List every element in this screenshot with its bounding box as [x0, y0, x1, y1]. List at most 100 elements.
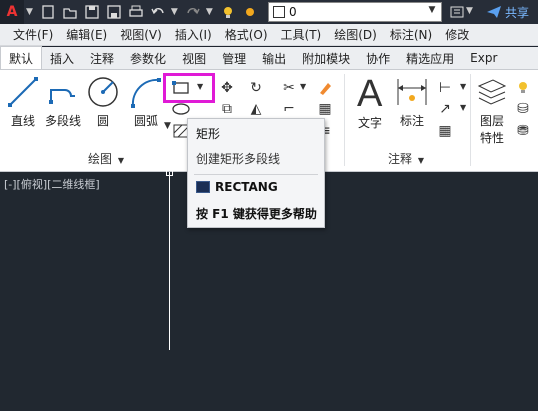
viewport-controls[interactable]: [-][俯视][二维线框] [4, 176, 100, 192]
tooltip-divider [194, 174, 318, 175]
tooltip-help: 按 F1 键获得更多帮助 [196, 207, 317, 221]
panel-divider [470, 74, 471, 166]
new-file-icon[interactable] [37, 2, 59, 22]
draw-panel-label[interactable]: 绘图 ▼ [88, 150, 124, 167]
panel-divider [344, 74, 345, 166]
menu-bar: 文件(F) 编辑(E) 视图(V) 插入(I) 格式(O) 工具(T) 绘图(D) 标注(N)… [0, 24, 538, 46]
rectangle-tooltip: 矩形 创建矩形多段线 RECTANG 按 F1 键获得更多帮助 [187, 118, 325, 228]
menu-item[interactable]: 格式(O) [212, 26, 268, 43]
move-icon[interactable]: ✥ [218, 79, 236, 97]
layer-properties-tool[interactable]: 图层 特性 [474, 76, 510, 146]
rectangle-tool-highlight [163, 73, 215, 103]
menu-item[interactable]: 文件(F) [0, 26, 53, 43]
ribbon-tab[interactable]: 精选应用 [398, 47, 462, 69]
fillet-icon[interactable]: ⌐ [280, 100, 298, 118]
crosshair-cursor [169, 172, 170, 350]
ribbon-tab[interactable]: 插入 [42, 47, 82, 69]
polyline-label: 多段线 [44, 114, 81, 128]
trim-icon[interactable]: ✂ [280, 79, 298, 97]
copy-icon[interactable]: ⧉ [218, 100, 236, 118]
tooltip-description: 创建矩形多段线 [196, 152, 281, 166]
leader-icon[interactable]: ↗ [436, 100, 454, 118]
table-icon[interactable]: ▦ [436, 122, 454, 140]
share-label: 共享 [505, 5, 530, 20]
draw-panel-label-text: 绘图 [88, 152, 113, 166]
chevron-down-icon[interactable]: ▼ [171, 7, 178, 17]
layer-dropdown[interactable]: 0 ▼ [268, 2, 442, 22]
polyline-tool[interactable]: 多段线 [42, 76, 84, 129]
layer-color-swatch [273, 6, 285, 18]
circle-icon [88, 77, 118, 107]
menu-item[interactable]: 修改 [432, 26, 469, 43]
line-label: 直线 [10, 114, 35, 128]
ribbon-tab[interactable]: 管理 [214, 47, 254, 69]
line-icon [8, 77, 38, 107]
open-file-icon[interactable] [59, 2, 81, 22]
ribbon-tabs: 默认 插入 注释 参数化 视图 管理 输出 附加模块 协作 精选应用 Expr [0, 46, 538, 69]
chevron-down-icon: ▼ [417, 156, 424, 165]
erase-icon[interactable] [316, 79, 334, 97]
paper-plane-icon [487, 6, 501, 18]
redo-icon[interactable] [182, 2, 204, 22]
dimension-tool[interactable]: 标注 [394, 76, 430, 129]
chevron-down-icon[interactable]: ▼ [300, 82, 306, 91]
chevron-down-icon[interactable]: ▼ [164, 121, 171, 131]
svg-text:A: A [357, 74, 383, 110]
tooltip-title: 矩形 [196, 127, 221, 141]
layer-match-icon[interactable]: ⛁ [514, 100, 532, 118]
menu-item[interactable]: 插入(I) [162, 26, 212, 43]
annotation-panel-label-text: 注释 [388, 152, 413, 166]
share-button[interactable]: 共享 [486, 2, 529, 22]
ribbon-tab[interactable]: 默认 [0, 46, 43, 69]
array-icon[interactable]: ▦ [316, 100, 334, 118]
chevron-down-icon[interactable]: ▼ [206, 7, 213, 17]
undo-icon[interactable] [147, 2, 169, 22]
ribbon-tab[interactable]: 视图 [174, 47, 214, 69]
menu-item[interactable]: 标注(N) [377, 26, 432, 43]
text-icon: A [357, 74, 383, 110]
lightbulb-icon[interactable] [217, 2, 239, 22]
pickbox [166, 169, 173, 176]
ribbon-tab[interactable]: 附加模块 [294, 47, 358, 69]
layer-properties-label-2: 特性 [479, 131, 504, 145]
chevron-down-icon[interactable]: ▼ [460, 82, 466, 91]
save-as-icon[interactable] [103, 2, 125, 22]
lightbulb-icon[interactable] [514, 79, 532, 97]
ribbon-tab[interactable]: 输出 [254, 47, 294, 69]
sun-icon[interactable] [239, 2, 261, 22]
mirror-icon[interactable]: ◭ [247, 100, 265, 118]
ribbon-tab[interactable]: 协作 [358, 47, 398, 69]
menu-item[interactable]: 绘图(D) [321, 26, 377, 43]
menu-item[interactable]: 工具(T) [268, 26, 322, 43]
arc-tool[interactable]: 圆弧 [128, 76, 164, 129]
line-tool[interactable]: 直线 [6, 76, 40, 129]
menu-item[interactable]: 视图(V) [107, 26, 162, 43]
menu-item[interactable]: 编辑(E) [53, 26, 107, 43]
text-label: 文字 [357, 116, 382, 130]
chevron-down-icon: ▼ [117, 156, 124, 165]
rotate-icon[interactable]: ↻ [247, 79, 265, 97]
save-icon[interactable] [81, 2, 103, 22]
command-line-icon [196, 181, 210, 193]
dimension-icon [397, 79, 427, 105]
ribbon-tab[interactable]: Expr [462, 47, 505, 69]
polyline-icon [49, 89, 75, 104]
arc-label: 圆弧 [133, 114, 158, 128]
ribbon-tab[interactable]: 注释 [82, 47, 122, 69]
linear-dim-icon[interactable]: ⊢ [436, 79, 454, 97]
layers-icon [477, 79, 507, 105]
text-tool[interactable]: A 文字 [352, 74, 388, 131]
app-menu-button[interactable]: A [0, 0, 24, 24]
chevron-down-icon[interactable]: ▼ [466, 6, 473, 16]
layer-settings-icon[interactable] [446, 2, 468, 22]
circle-tool[interactable]: 圆 [86, 76, 120, 129]
layer-dropdown-value: 0 [289, 5, 297, 19]
ribbon-tab[interactable]: 参数化 [122, 47, 174, 69]
chevron-down-icon[interactable]: ▼ [26, 7, 33, 17]
print-icon[interactable] [125, 2, 147, 22]
chevron-down-icon[interactable]: ▼ [425, 5, 439, 19]
chevron-down-icon[interactable]: ▼ [460, 103, 466, 112]
layer-properties-label-1: 图层 [479, 114, 504, 128]
layer-iso-icon[interactable]: ⛃ [514, 122, 532, 140]
annotation-panel-label[interactable]: 注释 ▼ [388, 150, 424, 167]
